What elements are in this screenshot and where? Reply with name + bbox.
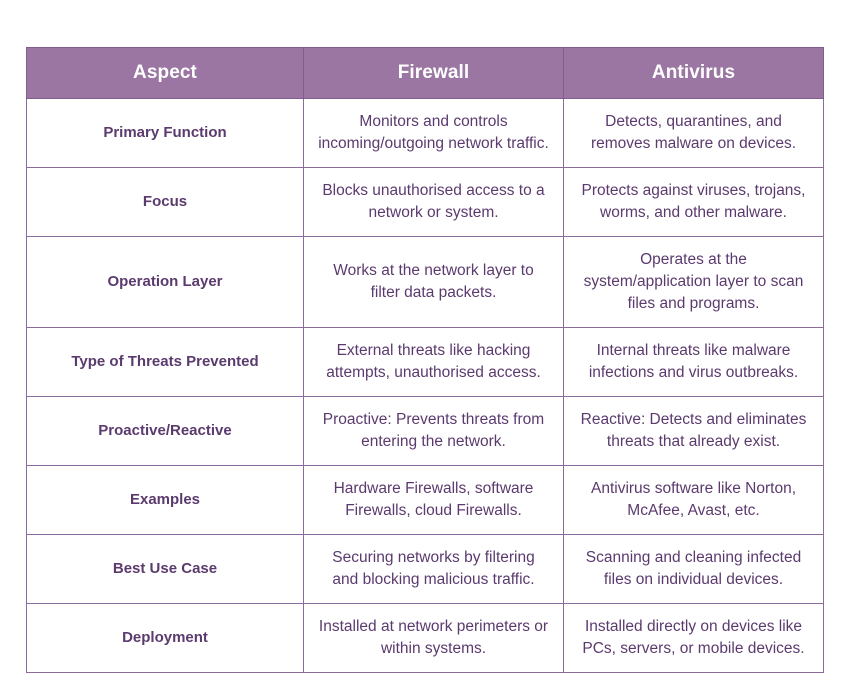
- table-row: Operation Layer Works at the network lay…: [26, 236, 824, 328]
- header-row: Aspect Firewall Antivirus: [26, 47, 824, 99]
- table-row: Type of Threats Prevented External threa…: [26, 327, 824, 397]
- cell-firewall: Blocks unauthorised access to a network …: [303, 167, 564, 237]
- cell-firewall: Works at the network layer to filter dat…: [303, 236, 564, 328]
- cell-antivirus: Antivirus software like Norton, McAfee, …: [563, 465, 824, 535]
- cell-aspect: Proactive/Reactive: [26, 396, 304, 466]
- cell-firewall: Proactive: Prevents threats from enterin…: [303, 396, 564, 466]
- column-header-aspect: Aspect: [26, 47, 304, 99]
- cell-aspect: Examples: [26, 465, 304, 535]
- cell-aspect: Primary Function: [26, 98, 304, 168]
- table-row: Deployment Installed at network perimete…: [26, 603, 824, 673]
- cell-aspect: Type of Threats Prevented: [26, 327, 304, 397]
- column-header-firewall: Firewall: [303, 47, 564, 99]
- table-body: Primary Function Monitors and controls i…: [26, 98, 824, 673]
- page-root: Aspect Firewall Antivirus Primary Functi…: [0, 0, 850, 700]
- cell-firewall: Monitors and controls incoming/outgoing …: [303, 98, 564, 168]
- cell-antivirus: Reactive: Detects and eliminates threats…: [563, 396, 824, 466]
- table-row: Focus Blocks unauthorised access to a ne…: [26, 167, 824, 237]
- cell-aspect: Best Use Case: [26, 534, 304, 604]
- cell-aspect: Operation Layer: [26, 236, 304, 328]
- comparison-table-container: Aspect Firewall Antivirus Primary Functi…: [26, 47, 824, 673]
- cell-firewall: Hardware Firewalls, software Firewalls, …: [303, 465, 564, 535]
- cell-firewall: Securing networks by filtering and block…: [303, 534, 564, 604]
- table-row: Primary Function Monitors and controls i…: [26, 98, 824, 168]
- cell-antivirus: Internal threats like malware infections…: [563, 327, 824, 397]
- cell-antivirus: Installed directly on devices like PCs, …: [563, 603, 824, 673]
- table-row: Proactive/Reactive Proactive: Prevents t…: [26, 396, 824, 466]
- firewall-vs-antivirus-table: Aspect Firewall Antivirus Primary Functi…: [26, 47, 824, 673]
- table-header: Aspect Firewall Antivirus: [26, 47, 824, 99]
- table-row: Examples Hardware Firewalls, software Fi…: [26, 465, 824, 535]
- cell-antivirus: Operates at the system/application layer…: [563, 236, 824, 328]
- cell-aspect: Deployment: [26, 603, 304, 673]
- column-header-antivirus: Antivirus: [563, 47, 824, 99]
- cell-aspect: Focus: [26, 167, 304, 237]
- table-row: Best Use Case Securing networks by filte…: [26, 534, 824, 604]
- cell-firewall: Installed at network perimeters or withi…: [303, 603, 564, 673]
- cell-firewall: External threats like hacking attempts, …: [303, 327, 564, 397]
- cell-antivirus: Scanning and cleaning infected files on …: [563, 534, 824, 604]
- cell-antivirus: Detects, quarantines, and removes malwar…: [563, 98, 824, 168]
- cell-antivirus: Protects against viruses, trojans, worms…: [563, 167, 824, 237]
